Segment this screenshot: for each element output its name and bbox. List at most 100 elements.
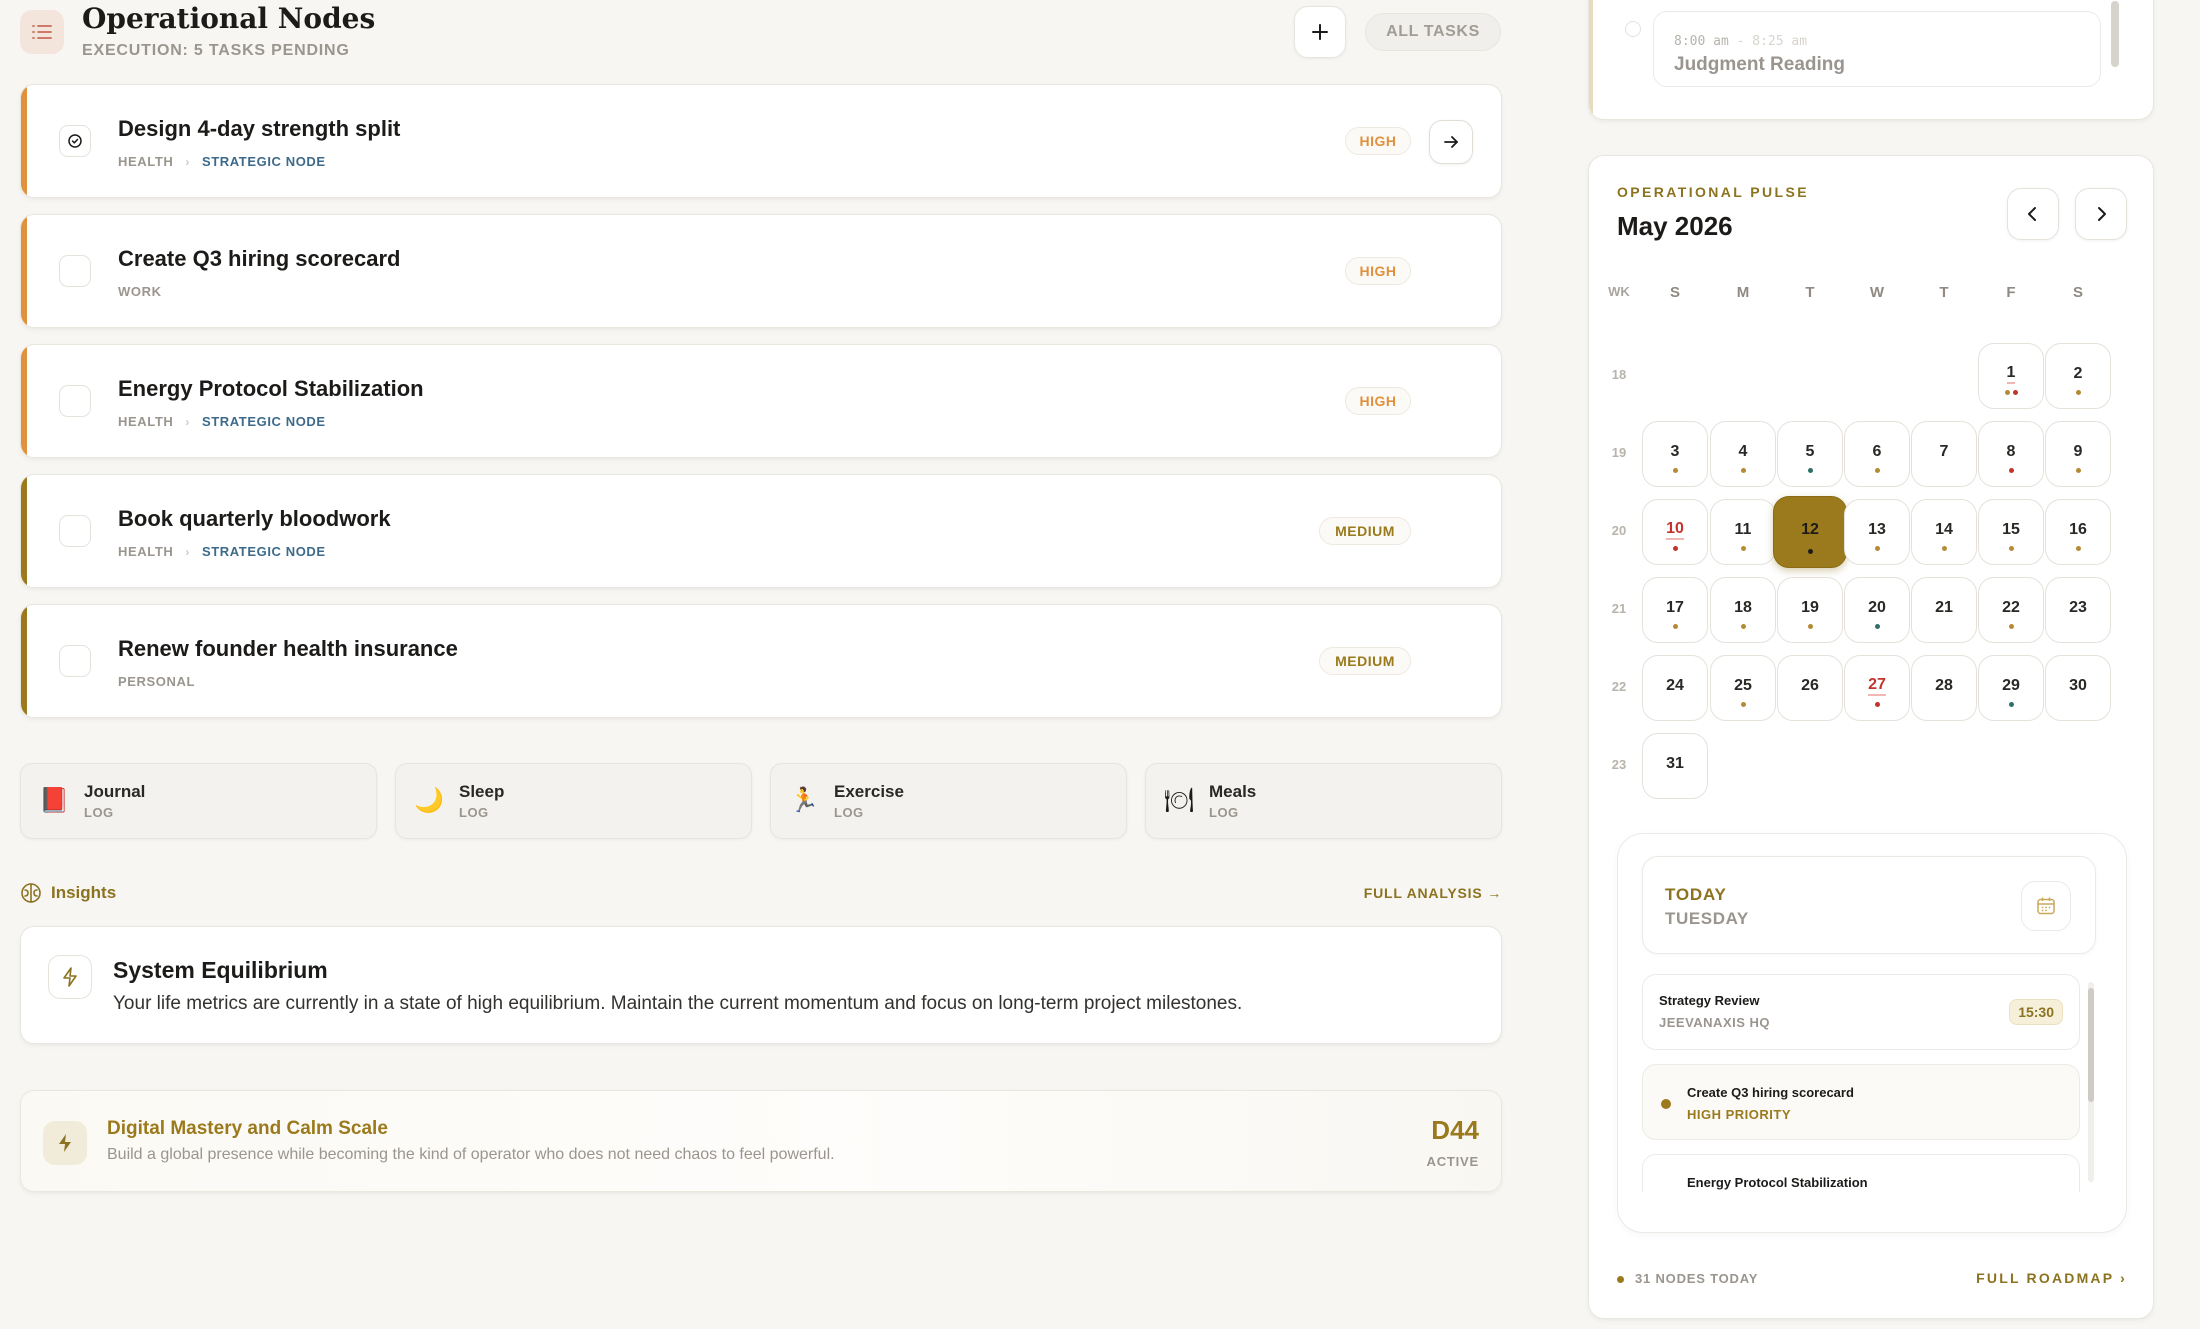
- log-exercise-button[interactable]: 🏃 Exercise LOG: [770, 763, 1127, 839]
- task-row[interactable]: Renew founder health insurance PERSONAL ME…: [20, 604, 1502, 718]
- calendar-day[interactable]: 22: [1978, 577, 2044, 643]
- log-journal-button[interactable]: 📕 Journal LOG: [20, 763, 377, 839]
- task-checkbox[interactable]: [59, 385, 91, 417]
- mission-body: Build a global presence while becoming t…: [107, 1146, 835, 1163]
- mission-card[interactable]: Digital Mastery and Calm Scale Build a g…: [20, 1090, 1502, 1192]
- open-task-button[interactable]: [1429, 120, 1473, 164]
- agenda-priority: HIGH PRIORITY: [1687, 1107, 1792, 1122]
- event-item[interactable]: 8:00 am - 8:25 am Judgment Reading: [1653, 11, 2101, 87]
- log-sleep-button[interactable]: 🌙 Sleep LOG: [395, 763, 752, 839]
- week-number: 18: [1611, 367, 1627, 382]
- task-checkbox[interactable]: [59, 255, 91, 287]
- day-number: 12: [1801, 521, 1819, 538]
- page-title: Operational Nodes: [82, 2, 376, 35]
- calendar-day[interactable]: 26: [1777, 655, 1843, 721]
- next-month-button[interactable]: [2075, 188, 2127, 240]
- calendar-day[interactable]: 8: [1978, 421, 2044, 487]
- today-header: TODAY TUESDAY: [1642, 856, 2096, 954]
- agenda-item[interactable]: Create Q3 hiring scorecard HIGH PRIORITY: [1642, 1064, 2080, 1140]
- priority-accent: [21, 475, 27, 587]
- event-time-end: - 8:25 am: [1736, 34, 1808, 49]
- log-sub: LOG: [834, 805, 864, 820]
- calendar-card: OPERATIONAL PULSE May 2026 WK S M T W T F S 18 1 2…: [1588, 155, 2154, 1319]
- task-row[interactable]: Create Q3 hiring scorecard WORK HIGH: [20, 214, 1502, 328]
- calendar-button[interactable]: [2021, 881, 2071, 931]
- agenda-item[interactable]: Strategy Review JEEVANAXIS HQ 15:30: [1642, 974, 2080, 1050]
- page-header: Operational Nodes EXECUTION: 5 TASKS PEN…: [20, 0, 1502, 68]
- weekday-header: S: [2072, 284, 2083, 301]
- task-row[interactable]: Energy Protocol Stabilization HEALTH › STRA…: [20, 344, 1502, 458]
- full-roadmap-link[interactable]: FULL ROADMAP ›: [1976, 1270, 2127, 1286]
- calendar-day[interactable]: 6: [1844, 421, 1910, 487]
- log-meals-button[interactable]: 🍽 Meals LOG: [1145, 763, 1502, 839]
- priority-badge: MEDIUM: [1319, 647, 1411, 675]
- calendar-day[interactable]: 13: [1844, 499, 1910, 565]
- calendar-day[interactable]: 29: [1978, 655, 2044, 721]
- calendar-day[interactable]: 28: [1911, 655, 1977, 721]
- event-dot: [1941, 546, 1947, 551]
- day-number: 14: [1935, 521, 1953, 538]
- calendar-day[interactable]: 18: [1710, 577, 1776, 643]
- agenda-item[interactable]: Energy Protocol Stabilization: [1642, 1154, 2080, 1192]
- calendar-day[interactable]: 17: [1642, 577, 1708, 643]
- task-checkbox[interactable]: [59, 515, 91, 547]
- day-number: 31: [1666, 755, 1684, 772]
- event-dots: [2008, 624, 2014, 629]
- all-tasks-button[interactable]: ALL TASKS: [1365, 13, 1501, 51]
- calendar-day[interactable]: 23: [2045, 577, 2111, 643]
- task-row[interactable]: Book quarterly bloodwork HEALTH › STRATEGIC…: [20, 474, 1502, 588]
- task-meta: PERSONAL: [118, 674, 195, 689]
- calendar-day-selected[interactable]: 12: [1773, 496, 1847, 568]
- insight-card: System Equilibrium Your life metrics are…: [20, 926, 1502, 1044]
- day-number: 18: [1734, 599, 1752, 616]
- calendar-day[interactable]: 30: [2045, 655, 2111, 721]
- task-checkbox[interactable]: [59, 645, 91, 677]
- day-number: 4: [1738, 443, 1748, 460]
- calendar-day[interactable]: 24: [1642, 655, 1708, 721]
- calendar-day[interactable]: 31: [1642, 733, 1708, 799]
- calendar-day[interactable]: 9: [2045, 421, 2111, 487]
- progress-circle-icon: [68, 134, 82, 148]
- task-category: HEALTH: [118, 414, 174, 429]
- today-agenda: Strategy Review JEEVANAXIS HQ 15:30 Crea…: [1642, 974, 2096, 1192]
- insight-body: Your life metrics are currently in a sta…: [113, 993, 1243, 1014]
- calendar-day[interactable]: 21: [1911, 577, 1977, 643]
- calendar-day[interactable]: 1: [1978, 343, 2044, 409]
- task-meta: HEALTH › STRATEGIC NODE: [118, 544, 326, 559]
- calendar-day[interactable]: 19: [1777, 577, 1843, 643]
- log-sub: LOG: [84, 805, 114, 820]
- calendar-day[interactable]: 15: [1978, 499, 2044, 565]
- task-row[interactable]: Design 4-day strength split HEALTH › STRATE…: [20, 84, 1502, 198]
- calendar-day[interactable]: 20: [1844, 577, 1910, 643]
- task-checkbox[interactable]: [59, 125, 91, 157]
- calendar-day[interactable]: 4: [1710, 421, 1776, 487]
- agenda-scrollbar[interactable]: [2086, 974, 2096, 1192]
- add-task-button[interactable]: [1294, 6, 1346, 58]
- task-node: STRATEGIC NODE: [201, 414, 326, 429]
- event-scrollbar[interactable]: [2111, 1, 2119, 67]
- calendar-day[interactable]: 25: [1710, 655, 1776, 721]
- calendar-day[interactable]: 5: [1777, 421, 1843, 487]
- calendar-footer: 31 NODES TODAY FULL ROADMAP ›: [1589, 1268, 2155, 1292]
- calendar-day[interactable]: 3: [1642, 421, 1708, 487]
- event-dots: [2075, 390, 2081, 395]
- task-meta: HEALTH › STRATEGIC NODE: [118, 154, 326, 169]
- calendar-day[interactable]: 11: [1710, 499, 1776, 565]
- priority-badge: HIGH: [1345, 257, 1411, 285]
- full-analysis-link[interactable]: FULL ANALYSIS →: [1364, 885, 1502, 901]
- calendar-day[interactable]: 2: [2045, 343, 2111, 409]
- priority-accent: [21, 85, 27, 197]
- event-time-start: 8:00 am: [1674, 34, 1729, 49]
- prev-month-button[interactable]: [2007, 188, 2059, 240]
- log-sub: LOG: [459, 805, 489, 820]
- calendar-day[interactable]: 10: [1642, 499, 1708, 565]
- menu-button[interactable]: [20, 10, 64, 54]
- calendar-day[interactable]: 27: [1844, 655, 1910, 721]
- calendar-day[interactable]: 16: [2045, 499, 2111, 565]
- calendar-day[interactable]: 14: [1911, 499, 1977, 565]
- event-dots: [1874, 624, 1880, 629]
- calendar-day[interactable]: 7: [1911, 421, 1977, 487]
- separator-icon: ›: [185, 414, 190, 429]
- week-number: 20: [1611, 523, 1627, 538]
- scrollbar-thumb[interactable]: [2088, 988, 2094, 1102]
